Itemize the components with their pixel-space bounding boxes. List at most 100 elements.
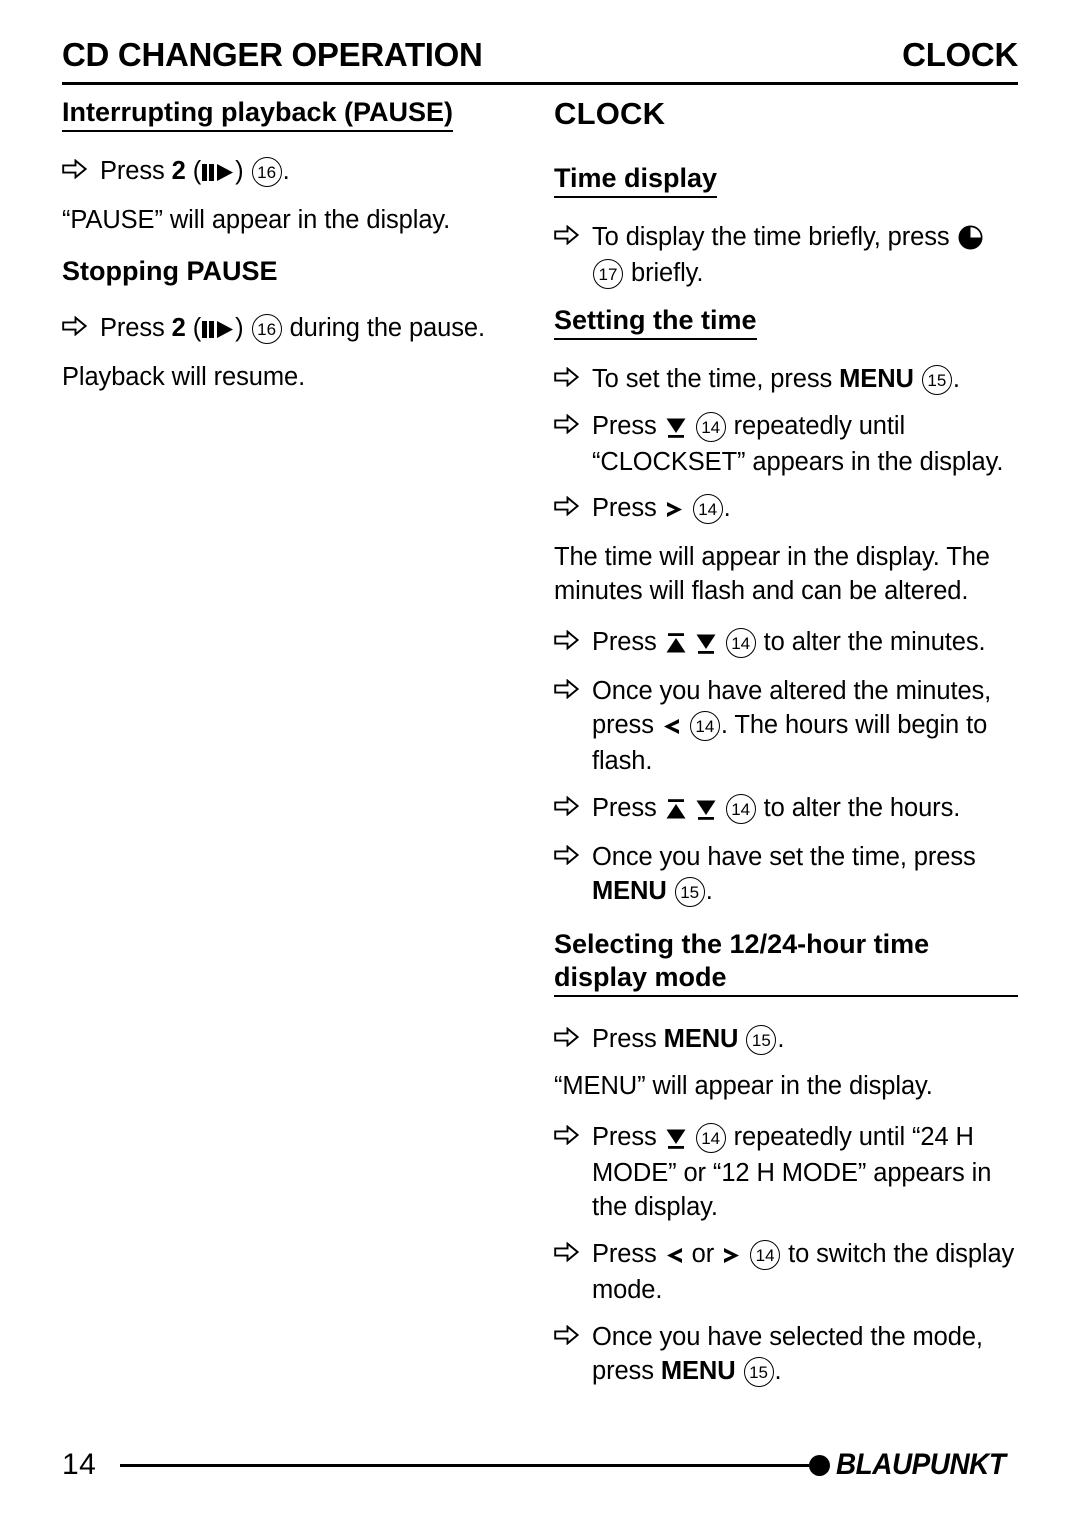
footer-divider	[120, 1463, 809, 1467]
press-word-1: Press	[100, 156, 172, 185]
mode-done-lead: Once you have selected the mode, press	[592, 1322, 983, 1385]
ref-number-14g: 14	[750, 1239, 781, 1270]
ref-number-14b: 14	[692, 494, 723, 525]
press-word-4: Press	[592, 494, 664, 523]
page-number: 14	[62, 1448, 97, 1481]
blaupunkt-logo: BLAUPUNKT	[808, 1448, 1018, 1482]
set-time-done-tail: .	[705, 876, 713, 905]
arrow-right-hollow-icon	[554, 1321, 592, 1345]
step-stop-pause: Press 2 () 16 during the pause.	[62, 312, 554, 348]
left-column: Interrupting playback (PAUSE) Press 2 ()…	[62, 96, 554, 1402]
chevron-left-icon	[664, 1240, 685, 1274]
clock-icon	[957, 223, 984, 257]
step-press-pause-text: Press 2 () 16.	[100, 155, 554, 191]
paren-open-2: (	[192, 313, 202, 342]
step-mode-confirm: Once you have selected the mode, press M…	[554, 1321, 1018, 1389]
ref-number-14c: 14	[725, 628, 756, 659]
arrow-right-hollow-icon	[62, 312, 100, 336]
press-right-tail: .	[723, 494, 731, 523]
rocker-down-icon	[664, 412, 688, 446]
ref-number-15b: 15	[674, 876, 705, 907]
heading-selecting-12-24-hour-mode: Selecting the 12/24-hour time display mo…	[554, 928, 1018, 998]
button-number-2b: 2	[171, 313, 186, 342]
heading-interrupting-playback: Interrupting playback (PAUSE)	[62, 96, 454, 132]
ref-number-15c: 15	[746, 1025, 777, 1056]
ref-number-16a: 16	[251, 156, 282, 187]
ref-number-14d: 14	[689, 710, 720, 741]
ref-number-14f: 14	[695, 1123, 726, 1154]
step-mode-switch: Press or 14 to switch the display mode.	[554, 1238, 1018, 1308]
press-word-8: Press	[592, 1123, 664, 1152]
alter-hours-tail: to alter the hours.	[756, 793, 961, 822]
step-press-down-clockset-text: Press 14 repeatedly until “CLOCKSET” app…	[592, 410, 1018, 480]
para-playback-resume: Playback will resume.	[62, 362, 306, 391]
set-time-done-lead: Once you have set the time, press	[592, 842, 976, 871]
press-word-5: Press	[592, 628, 664, 657]
period-1: .	[282, 156, 290, 185]
page-footer: 14 BLAUPUNKT	[62, 1448, 1018, 1482]
rocker-up-icon	[664, 794, 688, 828]
step-alter-minutes: Press 14 to alter the minutes.	[554, 626, 1018, 662]
press-word-6: Press	[592, 793, 664, 822]
step-alter-hours: Press 14 to alter the hours.	[554, 792, 1018, 828]
arrow-right-hollow-icon	[554, 1238, 592, 1262]
heading-time-display-wrap: Time display	[554, 162, 1018, 212]
right-column: CLOCK Time display To display the time b…	[554, 96, 1018, 1402]
heading-setting-the-time: Setting the time	[554, 304, 757, 340]
press-word-3: Press	[592, 411, 664, 440]
arrow-right-hollow-icon	[554, 792, 592, 816]
arrow-right-hollow-icon	[554, 841, 592, 865]
arrow-right-hollow-icon	[554, 1023, 592, 1048]
arrow-right-hollow-icon	[554, 410, 592, 434]
heading-1224-wrap: Selecting the 12/24-hour time display mo…	[554, 928, 1018, 1011]
press-word-7: Press	[592, 1025, 664, 1054]
step-confirm-time-menu: Once you have set the time, press MENU 1…	[554, 841, 1018, 909]
menu-button-label-1: MENU	[839, 364, 914, 393]
two-column-body: Interrupting playback (PAUSE) Press 2 ()…	[62, 96, 1018, 1402]
logo-dot-icon	[808, 1454, 830, 1476]
heading-time-display: Time display	[554, 162, 718, 198]
ref-number-14a: 14	[695, 411, 726, 442]
step-mode-confirm-text: Once you have selected the mode, press M…	[592, 1321, 1018, 1389]
step-set-time-menu: To set the time, press MENU 15.	[554, 363, 1018, 397]
set-time-tail: .	[952, 364, 960, 393]
ref-number-16b: 16	[251, 313, 282, 344]
paren-close-2: )	[235, 313, 244, 342]
step-press-left-hours-text: Once you have altered the minutes, press…	[592, 675, 1018, 779]
heading-stopping-pause: Stopping PAUSE	[62, 255, 278, 286]
step-mode-switch-text: Press or 14 to switch the display mode.	[592, 1238, 1018, 1308]
time-display-tail: briefly.	[624, 258, 704, 287]
button-number-2a: 2	[171, 156, 186, 185]
step-set-time-menu-text: To set the time, press MENU 15.	[592, 363, 1018, 397]
mode-done-tail: .	[774, 1356, 782, 1385]
arrow-right-hollow-icon	[554, 492, 592, 517]
rocker-down-icon	[664, 1123, 688, 1157]
arrow-right-hollow-icon	[554, 221, 592, 245]
arrow-right-hollow-icon	[62, 155, 100, 179]
step-mode-press-down-text: Press 14 repeatedly until “24 H MODE” or…	[592, 1121, 1018, 1225]
press-word-2: Press	[100, 313, 172, 342]
rocker-up-icon	[664, 628, 688, 662]
step-time-display: To display the time briefly, press 17 br…	[554, 221, 1018, 291]
rocker-down-icon	[694, 628, 718, 662]
or-word: or	[684, 1239, 722, 1268]
time-display-lead: To display the time briefly, press	[592, 222, 957, 251]
chevron-right-icon	[721, 1240, 742, 1274]
chevron-left-icon	[661, 711, 682, 745]
running-header-left-title: CD CHANGER OPERATION	[62, 36, 483, 73]
step-stop-pause-tail: during the pause.	[282, 313, 485, 342]
para-menu-appears: “MENU” will appear in the display.	[554, 1072, 933, 1101]
manual-page: CD CHANGER OPERATION CLOCK Interrupting …	[62, 0, 1018, 1525]
step-mode-press-menu-text: Press MENU 15.	[592, 1023, 1018, 1057]
section-title-clock: CLOCK	[554, 96, 666, 131]
arrow-right-hollow-icon	[554, 1121, 592, 1146]
step-press-down-clockset: Press 14 repeatedly until “CLOCKSET” app…	[554, 410, 1018, 480]
step-time-display-text: To display the time briefly, press 17 br…	[592, 221, 1018, 291]
alter-minutes-tail: to alter the minutes.	[756, 628, 986, 657]
arrow-right-hollow-icon	[554, 363, 592, 387]
mode-menu-tail: .	[777, 1025, 785, 1054]
paren-open-1: (	[192, 156, 202, 185]
step-confirm-time-menu-text: Once you have set the time, press MENU 1…	[592, 841, 1018, 909]
step-press-right: Press 14.	[554, 492, 1018, 528]
ref-number-17: 17	[593, 258, 623, 289]
